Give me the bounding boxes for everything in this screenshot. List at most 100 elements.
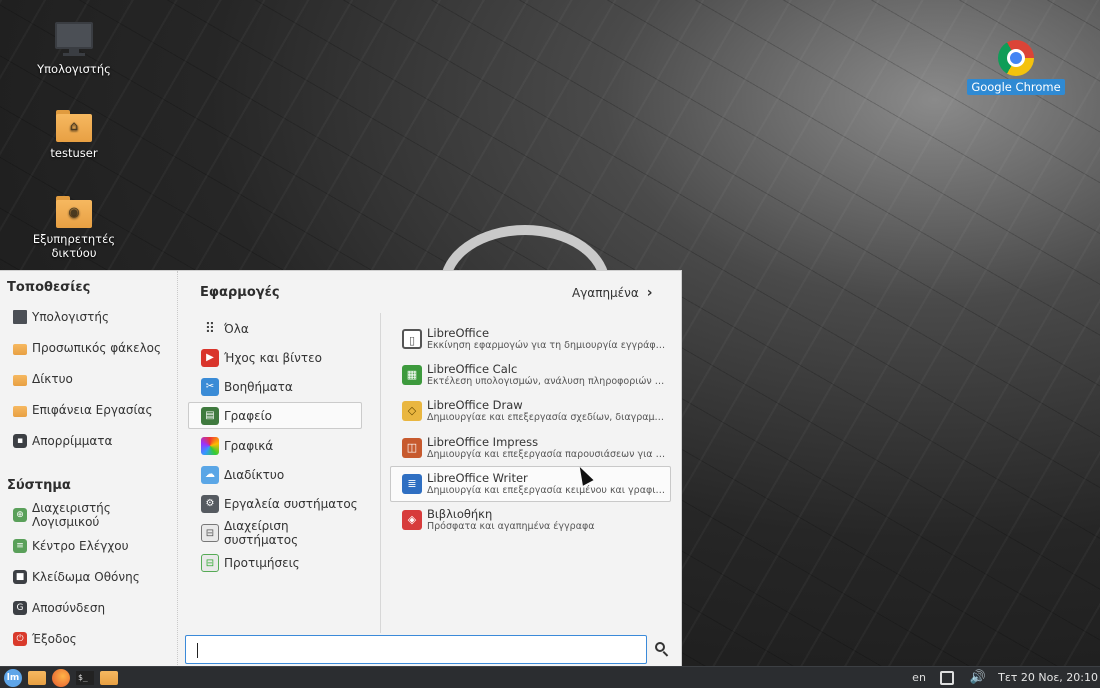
places-item-desktop[interactable]: Επιφάνεια Εργασίας (6, 397, 172, 423)
system-item-label: Κλείδωμα Οθόνης (32, 570, 140, 584)
taskbar-files-launcher-2[interactable] (98, 668, 120, 688)
app-name: LibreOffice Calc (427, 362, 518, 376)
notifications-icon[interactable] (939, 670, 954, 685)
system-item-label: Διαχειριστής Λογισμικού (32, 501, 111, 529)
category-accessories[interactable]: ✂ Βοηθήματα (188, 373, 362, 400)
system-item-label: Αποσύνδεση (32, 601, 106, 615)
system-item-software-manager[interactable]: ⊕ Διαχειριστής Λογισμικού (6, 501, 172, 529)
multimedia-icon: ▶ (201, 348, 219, 367)
logout-icon: G (13, 601, 27, 615)
system-item-label: Έξοδος (32, 632, 77, 646)
computer-icon (54, 22, 94, 58)
category-label: Όλα (224, 321, 249, 336)
category-internet[interactable]: ☁ Διαδίκτυο (188, 461, 362, 488)
places-item-label: Επιφάνεια Εργασίας (32, 403, 153, 417)
category-preferences[interactable]: ⊟ Προτιμήσεις (188, 549, 362, 576)
taskbar: lm $_ en 🔊 Τετ 20 Νοε, 20:10 (0, 666, 1100, 688)
places-panel: Τοποθεσίες Υπολογιστής Προσωπικός φάκελο… (0, 271, 178, 667)
category-label: Γραφείο (224, 408, 273, 423)
mint-logo-icon: lm (4, 668, 22, 687)
desktop-icon-label: testuser (50, 146, 98, 160)
lock-icon: ■ (13, 570, 27, 584)
folder-icon (28, 670, 46, 685)
search-icon (654, 641, 670, 657)
grid-icon: ⠿ (204, 320, 216, 337)
home-folder-icon: ⌂ (56, 110, 92, 142)
taskbar-terminal-launcher[interactable]: $_ (74, 668, 96, 688)
places-item-label: Υπολογιστής (32, 310, 109, 324)
desktop-icon-label: Υπολογιστής (37, 62, 111, 76)
clock[interactable]: Τετ 20 Νοε, 20:10 (998, 671, 1098, 684)
category-graphics[interactable]: Γραφικά (188, 432, 362, 459)
chevron-right-icon: › (646, 285, 653, 301)
places-title: Τοποθεσίες (7, 280, 91, 295)
text-caret (197, 643, 198, 658)
category-label: Γραφικά (224, 438, 274, 453)
desktop-icon-home[interactable]: ⌂ testuser (24, 110, 124, 160)
library-icon: ◈ (402, 510, 422, 530)
menu-divider (380, 313, 381, 633)
app-description: Δημιουργία και επεξεργασία κειμένου και … (427, 484, 667, 496)
app-libreoffice-draw[interactable]: ◇ LibreOffice Draw Δημιουργίαε και επεξε… (390, 393, 671, 429)
category-label: Ήχος και βίντεο (224, 350, 322, 365)
volume-icon[interactable]: 🔊 (970, 670, 986, 685)
app-libreoffice-impress[interactable]: ◫ LibreOffice Impress Δημιουργία και επε… (390, 430, 671, 466)
system-item-logout[interactable]: G Αποσύνδεση (6, 595, 172, 621)
menu-button[interactable]: lm (2, 668, 24, 688)
control-center-icon: ≡ (13, 539, 27, 553)
impress-icon: ◫ (402, 438, 422, 458)
desktop-icon-label: Google Chrome (967, 79, 1065, 95)
system-item-quit[interactable]: ⏻ Έξοδος (6, 626, 172, 652)
administration-icon: ⊟ (201, 523, 219, 542)
power-icon: ⏻ (13, 632, 27, 646)
app-libreoffice-calc[interactable]: ▦ LibreOffice Calc Εκτέλεση υπολογισμών,… (390, 357, 671, 393)
app-name: LibreOffice (427, 326, 490, 340)
taskbar-files-launcher[interactable] (26, 668, 48, 688)
network-icon (13, 374, 27, 386)
places-item-label: Δίκτυο (32, 372, 73, 386)
category-label: Προτιμήσεις (224, 555, 300, 570)
desktop-icon-network[interactable]: ◉ Εξυπηρετητές δικτύου (24, 196, 124, 260)
app-libreoffice-writer[interactable]: ≣ LibreOffice Writer Δημιουργία και επεξ… (390, 466, 671, 502)
graphics-icon (201, 436, 219, 455)
places-item-trash[interactable]: ▪ Απορρίμματα (6, 428, 172, 454)
desktop-icon-computer[interactable]: Υπολογιστής (24, 22, 124, 76)
places-item-network[interactable]: Δίκτυο (6, 366, 172, 392)
writer-icon: ≣ (402, 474, 422, 494)
system-item-lock-screen[interactable]: ■ Κλείδωμα Οθόνης (6, 564, 172, 590)
system-tools-icon: ⚙ (201, 494, 219, 513)
system-item-control-center[interactable]: ≡ Κέντρο Ελέγχου (6, 533, 172, 559)
category-administration[interactable]: ⊟ Διαχείριση συστήματος (188, 519, 362, 547)
taskbar-firefox-launcher[interactable] (50, 668, 72, 688)
search-input[interactable] (185, 635, 647, 664)
favorites-button[interactable]: Αγαπημένα › (566, 283, 659, 303)
category-all[interactable]: ⠿ Όλα (188, 315, 362, 342)
trash-icon: ▪ (13, 434, 27, 448)
places-item-home[interactable]: Προσωπικός φάκελος (6, 335, 172, 361)
desktop-icon-chrome[interactable]: Google Chrome (966, 40, 1066, 95)
office-icon: ▤ (201, 406, 219, 425)
places-item-label: Προσωπικός φάκελος (32, 341, 162, 355)
category-office[interactable]: ▤ Γραφείο (188, 402, 362, 429)
software-manager-icon: ⊕ (13, 508, 27, 522)
terminal-icon: $_ (76, 670, 94, 685)
desktop-icon-label: Εξυπηρετητές δικτύου (32, 232, 116, 260)
app-library[interactable]: ◈ Βιβλιοθήκη Πρόσφατα και αγαπημένα έγγρ… (390, 502, 671, 538)
folder-icon (100, 670, 118, 685)
preferences-icon: ⊟ (201, 553, 219, 572)
category-system-tools[interactable]: ⚙ Εργαλεία συστήματος (188, 490, 362, 517)
category-label: Διαδίκτυο (224, 467, 285, 482)
app-description: Πρόσφατα και αγαπημένα έγγραφα (427, 520, 595, 532)
draw-icon: ◇ (402, 401, 422, 421)
app-name: Βιβλιοθήκη (427, 507, 493, 521)
accessories-icon: ✂ (201, 377, 219, 396)
desktop-folder-icon (13, 405, 27, 417)
places-item-computer[interactable]: Υπολογιστής (6, 304, 172, 330)
app-libreoffice[interactable]: ▯ LibreOffice Εκκίνηση εφαρμογών για τη … (390, 321, 671, 357)
keyboard-layout-indicator[interactable]: en (912, 671, 926, 684)
app-name: LibreOffice Writer (427, 471, 528, 485)
libreoffice-icon: ▯ (402, 329, 422, 349)
category-multimedia[interactable]: ▶ Ήχος και βίντεο (188, 344, 362, 371)
system-item-label: Κέντρο Ελέγχου (32, 539, 129, 553)
app-description: Εκκίνηση εφαρμογών για τη δημιουργία εγγ… (427, 339, 667, 351)
